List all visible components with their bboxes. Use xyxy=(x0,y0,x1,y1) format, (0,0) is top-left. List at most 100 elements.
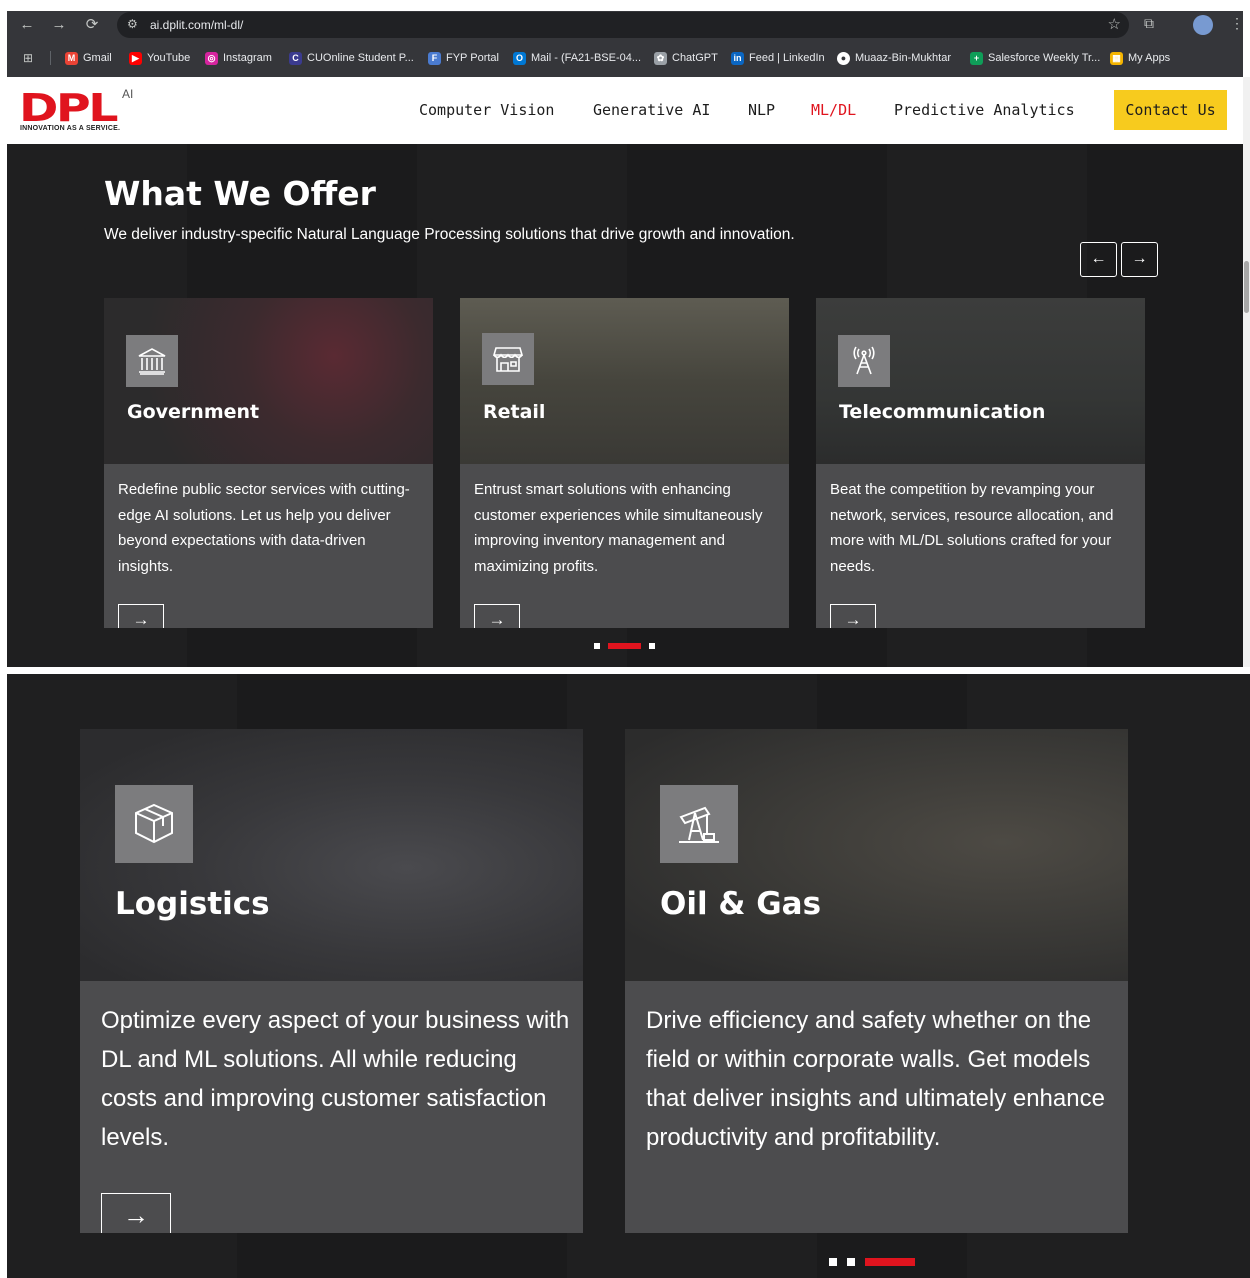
linkedin-icon: in xyxy=(731,51,744,65)
card-title: Retail xyxy=(483,401,546,423)
bookmark-item[interactable]: + Salesforce Weekly Tr... xyxy=(970,49,1100,67)
bookmark-label: My Apps xyxy=(1128,52,1171,64)
what-we-offer-section: What We Offer We deliver industry-specif… xyxy=(7,144,1243,667)
youtube-icon: ▶ xyxy=(129,51,142,65)
browser-chrome: ← → ⟳ ⚙ ai.dplit.com/ml-dl/ ☆ ⧉ ⋮ ⊞ M Gma… xyxy=(7,11,1244,77)
card-body: Entrust smart solutions with enhancing c… xyxy=(460,464,789,628)
carousel-dot-active[interactable] xyxy=(865,1258,915,1266)
url-text[interactable]: ai.dplit.com/ml-dl/ xyxy=(150,18,243,32)
bookmark-item[interactable]: ✿ ChatGPT xyxy=(654,49,718,67)
industry-card-telecommunication[interactable]: Telecommunication Beat the competition b… xyxy=(816,298,1145,628)
instagram-icon: ◎ xyxy=(205,51,218,65)
card-title: Logistics xyxy=(115,886,270,922)
card-body: Optimize every aspect of your business w… xyxy=(80,981,583,1233)
fyp-portal-icon: F xyxy=(428,51,441,65)
browser-toolbar: ← → ⟳ ⚙ ai.dplit.com/ml-dl/ ☆ ⧉ ⋮ xyxy=(7,11,1244,39)
industry-card-oil-gas[interactable]: Oil & Gas Drive efficiency and safety wh… xyxy=(625,729,1128,1233)
industry-card-logistics[interactable]: Logistics Optimize every aspect of your … xyxy=(80,729,583,1233)
site-info-icon[interactable]: ⚙ xyxy=(127,17,138,31)
card-image: Retail xyxy=(460,298,789,464)
what-we-offer-section-continued: Logistics Optimize every aspect of your … xyxy=(7,674,1250,1278)
card-description: Beat the competition by revamping your n… xyxy=(830,481,1114,575)
card-body: Drive efficiency and safety whether on t… xyxy=(625,981,1128,1233)
bookmarks-divider xyxy=(50,51,51,65)
my-apps-icon: ▦ xyxy=(1110,51,1123,65)
carousel-dot[interactable] xyxy=(594,643,600,649)
chatgpt-icon: ✿ xyxy=(654,51,667,65)
bookmark-item[interactable]: ▶ YouTube xyxy=(129,49,190,67)
bookmark-item[interactable]: ● Muaaz-Bin-Mukhtar xyxy=(837,49,951,67)
card-description: Optimize every aspect of your business w… xyxy=(101,1007,570,1151)
carousel-dot[interactable] xyxy=(829,1258,837,1266)
bookmark-item[interactable]: in Feed | LinkedIn xyxy=(731,49,825,67)
card-description: Redefine public sector services with cut… xyxy=(118,481,410,575)
carousel-dot[interactable] xyxy=(649,643,655,649)
menu-kebab-icon[interactable]: ⋮ xyxy=(1230,15,1244,32)
reload-icon[interactable]: ⟳ xyxy=(82,15,102,35)
carousel-dot[interactable] xyxy=(847,1258,855,1266)
industry-card-government[interactable]: Government Redefine public sector servic… xyxy=(104,298,433,628)
nav-generative-ai[interactable]: Generative AI xyxy=(593,101,710,119)
bookmark-label: Instagram xyxy=(223,52,272,64)
card-arrow-button[interactable]: → xyxy=(830,604,876,628)
nav-nlp[interactable]: NLP xyxy=(748,101,775,119)
card-arrow-button[interactable]: → xyxy=(474,604,520,628)
contact-us-button[interactable]: Contact Us xyxy=(1114,90,1227,130)
address-bar[interactable]: ⚙ ai.dplit.com/ml-dl/ ☆ xyxy=(117,12,1129,38)
bookmark-label: Muaaz-Bin-Mukhtar xyxy=(855,52,951,64)
bookmark-label: Feed | LinkedIn xyxy=(749,52,825,64)
carousel-indicators xyxy=(829,1258,915,1266)
github-icon: ● xyxy=(837,51,850,65)
oil-pump-icon xyxy=(660,785,738,863)
nav-predictive-analytics[interactable]: Predictive Analytics xyxy=(894,101,1075,119)
bookmark-item[interactable]: ◎ Instagram xyxy=(205,49,272,67)
carousel-dot-active[interactable] xyxy=(608,643,641,649)
bookmark-label: YouTube xyxy=(147,52,191,64)
back-icon[interactable]: ← xyxy=(17,15,37,35)
store-icon xyxy=(482,333,534,385)
extensions-icon[interactable]: ⧉ xyxy=(1144,15,1154,32)
profile-avatar[interactable] xyxy=(1193,15,1213,35)
nav-computer-vision[interactable]: Computer Vision xyxy=(419,101,554,119)
bookmark-label: Gmail xyxy=(83,52,112,64)
logo-ai-label: AI xyxy=(122,87,134,101)
scrollbar-thumb[interactable] xyxy=(1244,261,1249,313)
sheets-icon: + xyxy=(970,51,983,65)
bookmark-item[interactable]: C CUOnline Student P... xyxy=(289,49,414,67)
card-title: Oil & Gas xyxy=(660,886,822,922)
bookmark-star-icon[interactable]: ☆ xyxy=(1108,15,1121,33)
logo-wordmark: DPL xyxy=(19,86,118,130)
card-title: Government xyxy=(127,401,260,423)
industry-card-retail[interactable]: Retail Entrust smart solutions with enha… xyxy=(460,298,789,628)
bookmark-label: FYP Portal xyxy=(446,52,499,64)
card-image: Oil & Gas xyxy=(625,729,1128,981)
bookmark-item[interactable]: O Mail - (FA21-BSE-04... xyxy=(513,49,641,67)
card-title: Telecommunication xyxy=(839,401,1046,423)
card-description: Entrust smart solutions with enhancing c… xyxy=(474,481,763,575)
section-subtitle: We deliver industry-specific Natural Lan… xyxy=(104,226,795,243)
telecom-tower-icon xyxy=(838,335,890,387)
card-body: Redefine public sector services with cut… xyxy=(104,464,433,628)
bookmark-item[interactable]: F FYP Portal xyxy=(428,49,499,67)
bookmarks-bar: ⊞ M Gmail ▶ YouTube ◎ Instagram C CUOnline Stud… xyxy=(7,47,1243,69)
section-title: What We Offer xyxy=(104,174,376,213)
card-image: Logistics xyxy=(80,729,583,981)
bookmark-label: Salesforce Weekly Tr... xyxy=(988,52,1101,64)
screenshot-divider xyxy=(0,667,1250,674)
forward-icon[interactable]: → xyxy=(49,15,69,35)
page-scrollbar[interactable] xyxy=(1243,77,1250,667)
carousel-next-button[interactable]: → xyxy=(1121,242,1158,277)
dpl-logo[interactable]: DPL AI INNOVATION AS A SERVICE. xyxy=(19,87,149,137)
card-arrow-button[interactable]: → xyxy=(118,604,164,628)
card-body: Beat the competition by revamping your n… xyxy=(816,464,1145,628)
site-header: DPL AI INNOVATION AS A SERVICE. Computer… xyxy=(7,77,1243,144)
bookmark-item[interactable]: M Gmail xyxy=(65,49,112,67)
bookmark-item[interactable]: ▦ My Apps xyxy=(1110,49,1170,67)
bookmark-label: CUOnline Student P... xyxy=(307,52,414,64)
carousel-prev-button[interactable]: ← xyxy=(1080,242,1117,277)
outlook-icon: O xyxy=(513,51,526,65)
nav-ml-dl[interactable]: ML/DL xyxy=(811,101,856,119)
bookmark-label: Mail - (FA21-BSE-04... xyxy=(531,52,642,64)
apps-grid-icon[interactable]: ⊞ xyxy=(23,49,33,67)
card-arrow-button[interactable]: → xyxy=(101,1193,171,1233)
